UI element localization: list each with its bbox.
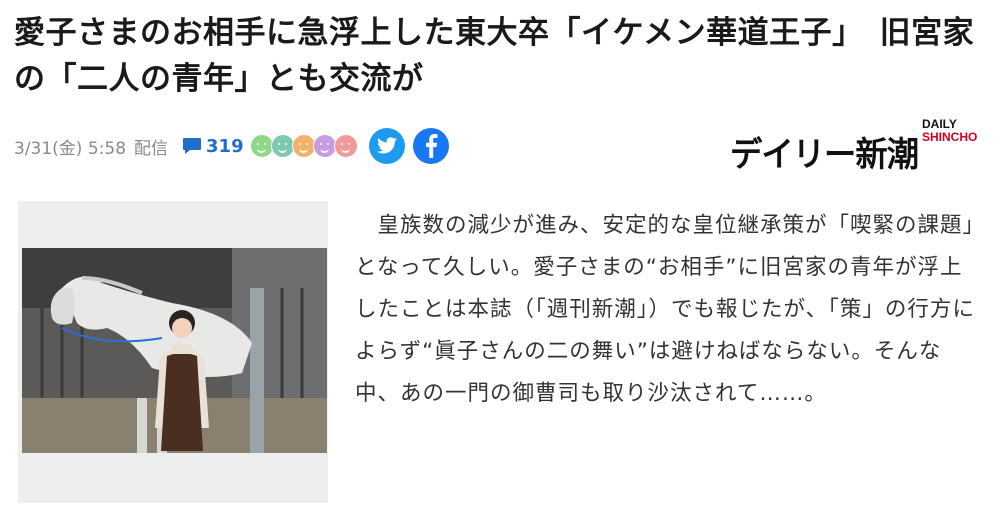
reaction-faces[interactable] <box>249 134 358 158</box>
comment-icon <box>183 138 202 154</box>
facebook-icon <box>425 134 438 158</box>
logo-en-top: DAILY <box>922 117 957 131</box>
twitter-share-button[interactable] <box>368 128 405 164</box>
article-headline: 愛子さまのお相手に急浮上した東大卒「イケメン華道王子」 旧宮家の「二人の青年」と… <box>14 15 975 97</box>
distribution-label: 配信 <box>134 138 169 159</box>
article-photo[interactable] <box>22 248 327 453</box>
share-buttons <box>368 128 457 164</box>
article-lead: 皇族数の減少が進み、安定的な皇位継承策が「喫緊の課題」となって久しい。愛子さまの… <box>355 213 975 406</box>
publisher-logo-english: DAILY SHINCHO <box>922 118 977 144</box>
publish-date: 3/31(金) 5:58 <box>14 138 127 159</box>
comment-button[interactable]: 319 <box>182 136 244 157</box>
photo-image <box>22 248 327 453</box>
facebook-share-button[interactable] <box>412 128 449 164</box>
twitter-icon <box>376 137 397 154</box>
article-meta: 3/31(金) 5:58 配信 319 <box>14 128 457 164</box>
comment-count: 319 <box>206 135 244 157</box>
publisher-logo-japanese: デイリー新潮 <box>730 135 919 175</box>
reaction-face-icon <box>333 134 358 158</box>
logo-en-bottom: SHINCHO <box>922 130 978 144</box>
publisher-logo[interactable]: デイリー新潮 DAILY SHINCHO <box>730 117 992 176</box>
